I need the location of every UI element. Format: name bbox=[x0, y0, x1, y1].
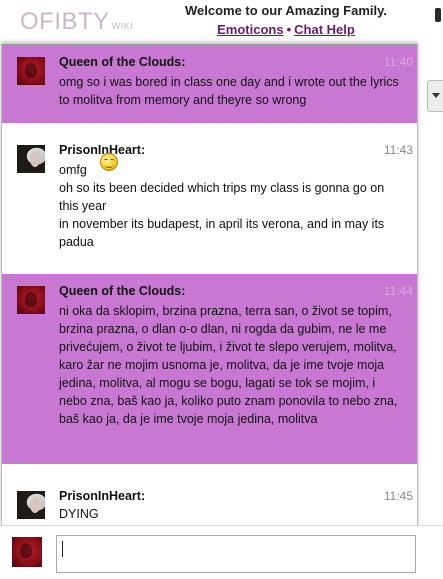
laughing-emoticon-icon bbox=[100, 153, 118, 171]
emoticons-link[interactable]: Emoticons bbox=[217, 22, 283, 37]
dropdown-toggle[interactable] bbox=[427, 80, 443, 112]
message-line: in november its budapest, in april its v… bbox=[59, 217, 385, 249]
chat-message: PrisonInHeart: 11:43 omfg oh so its been… bbox=[2, 133, 417, 283]
chat-message: Queen of the Clouds: 11:44 ni oka da skl… bbox=[2, 274, 417, 464]
header-links: Emoticons • Chat Help bbox=[170, 22, 402, 37]
message-line: ni oka da sklopim, brzina prazna, terra … bbox=[59, 304, 398, 426]
message-input[interactable] bbox=[56, 535, 416, 573]
message-text: DYING bbox=[59, 505, 399, 523]
site-logo[interactable]: OFIBTY WIKI bbox=[20, 8, 133, 36]
avatar-image bbox=[25, 292, 37, 307]
window-edge bbox=[431, 0, 443, 44]
message-text: ni oka da sklopim, brzina prazna, terra … bbox=[59, 302, 399, 428]
chevron-down-icon bbox=[432, 93, 440, 98]
avatar[interactable] bbox=[17, 286, 45, 314]
message-composer bbox=[0, 525, 443, 579]
message-text: omfg oh so its been decided which trips … bbox=[59, 161, 399, 251]
avatar[interactable] bbox=[17, 57, 45, 85]
avatar[interactable] bbox=[17, 145, 45, 173]
message-line: omg so i was bored in class one day and … bbox=[59, 75, 399, 107]
link-separator: • bbox=[286, 22, 292, 37]
message-text: omg so i was bored in class one day and … bbox=[59, 73, 399, 109]
message-list[interactable]: Queen of the Clouds: 11:40 omg so i was … bbox=[1, 44, 418, 526]
message-line: oh so its been decided which trips my cl… bbox=[59, 181, 385, 213]
avatar[interactable] bbox=[17, 491, 45, 519]
message-time: 11:40 bbox=[383, 55, 413, 69]
chat-header: OFIBTY WIKI Welcome to our Amazing Family… bbox=[0, 0, 443, 44]
chat-message: Queen of the Clouds: 11:40 omg so i was … bbox=[2, 45, 417, 123]
message-time: 11:44 bbox=[383, 284, 413, 298]
chat-help-link[interactable]: Chat Help bbox=[294, 22, 355, 37]
message-line: DYING bbox=[59, 507, 99, 521]
logo-text: OFIBTY bbox=[20, 8, 110, 35]
text-caret bbox=[62, 541, 63, 557]
message-author[interactable]: Queen of the Clouds: bbox=[59, 55, 185, 69]
welcome-message: Welcome to our Amazing Family. bbox=[184, 3, 387, 18]
avatar-image bbox=[25, 63, 37, 78]
message-author[interactable]: Queen of the Clouds: bbox=[59, 284, 185, 298]
chat-message: PrisonInHeart: 11:45 DYING bbox=[2, 479, 417, 525]
avatar-image bbox=[20, 543, 32, 558]
avatar-face bbox=[30, 151, 40, 167]
message-time: 11:45 bbox=[383, 489, 413, 503]
logo-suffix: WIKI bbox=[111, 21, 134, 31]
message-author[interactable]: PrisonInHeart: bbox=[59, 489, 145, 503]
message-time: 11:43 bbox=[383, 143, 413, 157]
user-avatar[interactable] bbox=[12, 537, 42, 567]
avatar-face bbox=[30, 497, 40, 513]
edge-marker bbox=[435, 8, 441, 22]
